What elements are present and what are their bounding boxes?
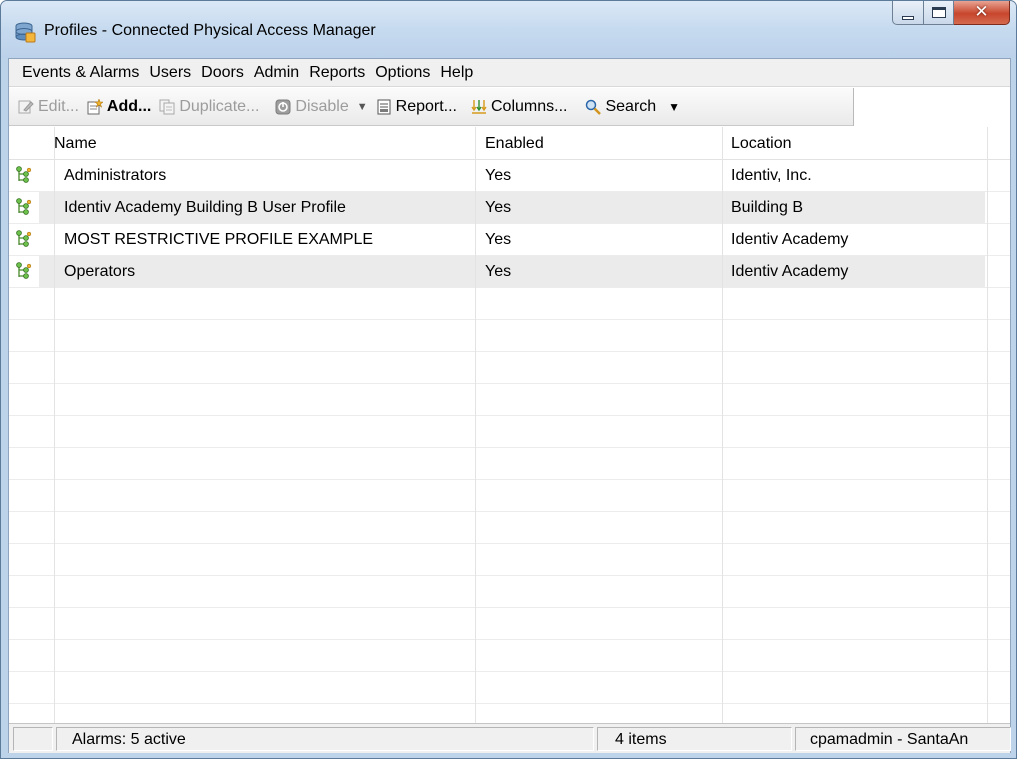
menu-users[interactable]: Users: [144, 59, 196, 87]
columns-label: Columns...: [491, 97, 568, 115]
table-row[interactable]: Administrators Yes Identiv, Inc.: [9, 160, 1010, 192]
menu-reports[interactable]: Reports: [304, 59, 370, 87]
profile-tree-icon: [16, 198, 32, 215]
menu-bar: Events & Alarms Users Doors Admin Report…: [9, 59, 1010, 87]
empty-row: [9, 640, 1010, 672]
window-title: Profiles - Connected Physical Access Man…: [44, 22, 376, 39]
edit-icon: [18, 100, 34, 113]
empty-row: [9, 352, 1010, 384]
columns-icon: [471, 99, 487, 114]
empty-row: [9, 544, 1010, 576]
cell-location: Identiv, Inc.: [731, 167, 812, 184]
disable-label: Disable: [295, 97, 349, 115]
add-label: Add...: [106, 97, 152, 115]
column-header-name[interactable]: Name: [54, 127, 97, 160]
search-icon: [586, 99, 602, 115]
profile-tree-icon: [16, 230, 32, 247]
profile-tree-icon: [16, 166, 32, 183]
disable-dropdown-icon[interactable]: ▼: [357, 101, 368, 113]
client-area: Events & Alarms Users Doors Admin Report…: [8, 58, 1011, 753]
status-indicator: [13, 727, 53, 751]
empty-row: [9, 576, 1010, 608]
toolbar: Edit... Add... Duplicate... Disable ▼ Re…: [9, 88, 1010, 126]
table-header: Name Enabled Location: [9, 127, 1010, 160]
duplicate-icon: [159, 99, 175, 114]
report-button[interactable]: Report...: [372, 92, 461, 122]
minimize-button[interactable]: [892, 1, 924, 25]
column-divider: [54, 127, 55, 723]
search-input[interactable]: [853, 88, 1010, 126]
edit-button[interactable]: Edit...: [14, 92, 83, 122]
report-label: Report...: [395, 97, 457, 115]
status-user: cpamadmin - SantaAn: [795, 727, 1011, 751]
cell-name: Identiv Academy Building B User Profile: [64, 199, 346, 216]
status-item-count: 4 items: [597, 727, 792, 751]
menu-help[interactable]: Help: [435, 59, 478, 87]
empty-row: [9, 608, 1010, 640]
empty-row: [9, 512, 1010, 544]
column-divider[interactable]: [987, 127, 988, 723]
maximize-icon: [931, 7, 946, 18]
add-icon: [87, 98, 103, 114]
empty-row: [9, 672, 1010, 704]
cell-location: Building B: [731, 199, 804, 216]
menu-events-alarms[interactable]: Events & Alarms: [17, 59, 144, 87]
edit-label: Edit...: [38, 97, 79, 115]
disable-icon: [275, 99, 291, 114]
disable-button[interactable]: Disable: [271, 92, 352, 122]
empty-row: [9, 416, 1010, 448]
window-controls: ✕: [892, 1, 1010, 27]
menu-admin[interactable]: Admin: [249, 59, 304, 87]
empty-row: [9, 480, 1010, 512]
close-button[interactable]: ✕: [954, 1, 1010, 25]
cell-enabled: Yes: [485, 167, 512, 184]
cell-location: Identiv Academy: [731, 231, 849, 248]
cell-enabled: Yes: [485, 199, 512, 216]
menu-doors[interactable]: Doors: [196, 59, 249, 87]
column-divider[interactable]: [475, 127, 476, 723]
empty-row: [9, 384, 1010, 416]
minimize-icon: [902, 15, 914, 20]
empty-row: [9, 288, 1010, 320]
column-header-enabled[interactable]: Enabled: [485, 127, 544, 160]
report-icon: [377, 99, 391, 114]
column-header-location[interactable]: Location: [731, 127, 792, 160]
cell-name: Operators: [64, 263, 136, 280]
add-button[interactable]: Add...: [83, 92, 155, 122]
cell-enabled: Yes: [485, 263, 512, 280]
cell-enabled: Yes: [485, 231, 512, 248]
columns-button[interactable]: Columns...: [467, 92, 571, 122]
cell-location: Identiv Academy: [731, 263, 849, 280]
profiles-table: Name Enabled Location Administrators Yes…: [9, 127, 1010, 736]
duplicate-button[interactable]: Duplicate...: [155, 92, 263, 122]
database-icon: [15, 22, 36, 43]
table-row[interactable]: Operators Yes Identiv Academy: [9, 256, 1010, 288]
table-row[interactable]: MOST RESTRICTIVE PROFILE EXAMPLE Yes Ide…: [9, 224, 1010, 256]
profile-tree-icon: [16, 262, 32, 279]
empty-row: [9, 448, 1010, 480]
duplicate-label: Duplicate...: [179, 97, 260, 115]
app-window: Profiles - Connected Physical Access Man…: [0, 0, 1017, 759]
search-label: Search: [605, 97, 657, 115]
status-alarms[interactable]: Alarms: 5 active: [56, 727, 594, 751]
menu-options[interactable]: Options: [370, 59, 435, 87]
search-button[interactable]: Search: [581, 92, 660, 122]
close-icon: ✕: [974, 2, 989, 22]
title-bar[interactable]: Profiles - Connected Physical Access Man…: [1, 1, 1016, 58]
table-row[interactable]: Identiv Academy Building B User Profile …: [9, 192, 1010, 224]
cell-name: Administrators: [64, 167, 167, 184]
cell-name: MOST RESTRICTIVE PROFILE EXAMPLE: [64, 231, 374, 248]
empty-row: [9, 320, 1010, 352]
status-bar: Alarms: 5 active 4 items cpamadmin - San…: [9, 723, 1011, 753]
search-dropdown-icon[interactable]: ▼: [668, 100, 680, 114]
maximize-button[interactable]: [924, 1, 954, 25]
column-divider[interactable]: [722, 127, 723, 723]
